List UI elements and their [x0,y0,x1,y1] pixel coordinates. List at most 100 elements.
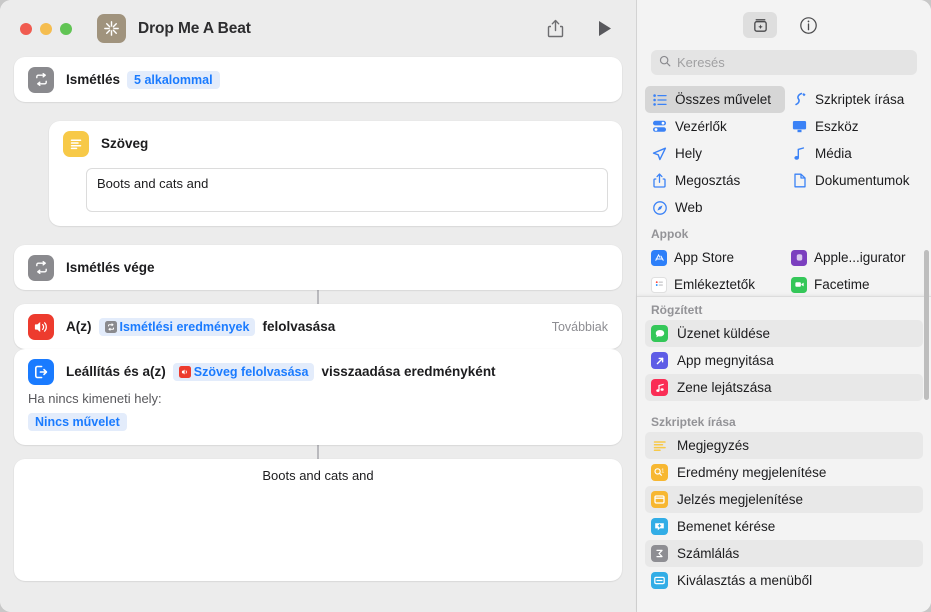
action-label-after: visszaadása eredményként [321,364,496,379]
category-label: Web [675,200,703,215]
category-controls[interactable]: Vezérlők [645,113,785,140]
share-icon [651,173,668,188]
action-label: Bemenet kérése [677,519,776,534]
category-documents[interactable]: Dokumentumok [785,167,923,194]
app-store-icon [651,249,667,266]
maximize-button[interactable] [60,22,72,35]
library-scrollbar[interactable] [924,250,929,400]
category-media[interactable]: Média [785,140,923,167]
choose-menu-icon [651,572,668,589]
action-label: Kiválasztás a menüből [677,573,813,588]
ask-input-icon [651,518,668,535]
action-item-show-alert[interactable]: Jelzés megjelenítése [645,486,923,513]
action-label: App megnyitása [677,353,774,368]
category-web[interactable]: Web [645,194,785,221]
speak-text-token[interactable]: Szöveg felolvasása [172,362,315,381]
text-icon [63,130,89,157]
action-speak-text[interactable]: A(z) Ismétlési eredmények felolvasása To… [14,304,622,349]
scripting-icon [791,92,808,107]
action-stop-and-output[interactable]: Leállítás és a(z) Szöveg felolvasása vis… [14,349,622,445]
app-item-apple-configurator[interactable]: Apple...igurator [785,244,923,271]
app-label: Apple...igurator [814,250,906,265]
category-label: Dokumentumok [815,173,910,188]
action-label: Jelzés megjelenítése [677,492,804,507]
output-preview-text: Boots and cats and [262,468,374,483]
no-action-token[interactable]: Nincs művelet [28,413,127,431]
action-item-play-music[interactable]: Zene lejátszása [645,374,923,401]
action-item-choose-from-menu[interactable]: Kiválasztás a menüből [645,567,923,594]
action-label-before: A(z) [66,319,92,334]
pinned-panel: Rögzített Üzenet küldése App megnyitása [637,296,931,612]
token-label: Ismétlési eredmények [119,319,250,334]
no-output-label: Ha nincs kimeneti hely: [28,391,162,406]
play-icon[interactable] [590,14,620,44]
repeat-chip-icon [104,320,117,333]
app-item-facetime[interactable]: Facetime [785,271,923,298]
music-icon [651,379,668,396]
search-container: Keresés [637,50,931,75]
speaker-chip-icon [178,365,191,378]
count-icon [651,545,668,562]
apps-section-header: Appok [651,227,689,241]
location-icon [651,147,668,161]
action-label: Ismétlés vége [66,260,155,275]
page-title: Drop Me A Beat [138,19,251,37]
action-label: Ismétlés [66,72,121,87]
speaker-icon [28,313,54,340]
info-icon[interactable] [791,12,825,38]
device-icon [791,120,808,133]
comment-icon [651,437,668,454]
category-label: Megosztás [675,173,741,188]
app-item-reminders[interactable]: Emlékeztetők [645,271,785,298]
category-scripting[interactable]: Szkriptek írása [785,86,923,113]
shortcuts-icon [97,14,126,43]
category-device[interactable]: Eszköz [785,113,923,140]
facetime-icon [791,276,807,293]
stop-output-icon [28,358,54,385]
share-icon[interactable] [540,14,570,44]
repeat-icon [28,66,54,93]
editor-pane: Drop Me A Beat Ismétlés 5 alkalommal Szö… [0,0,636,612]
document-icon [791,173,808,188]
traffic-lights [20,22,72,35]
action-label-after: felolvasása [262,319,336,334]
action-label: Eredmény megjelenítése [677,465,827,480]
action-label: Megjegyzés [677,438,750,453]
repeat-count-token[interactable]: 5 alkalommal [127,70,220,89]
repeat-results-token[interactable]: Ismétlési eredmények [98,317,256,336]
app-label: Emlékeztetők [674,277,756,292]
action-repeat-end[interactable]: Ismétlés vége [14,245,622,290]
action-text[interactable]: Szöveg Boots and cats and [49,121,622,226]
add-action-icon[interactable] [743,12,777,38]
library-toolbar [637,0,931,50]
app-item-app-store[interactable]: App Store [645,244,785,271]
search-placeholder: Keresés [677,55,725,70]
action-item-count[interactable]: Számlálás [645,540,923,567]
minimize-button[interactable] [40,22,52,35]
reminders-icon [651,276,667,293]
category-location[interactable]: Hely [645,140,785,167]
category-label: Összes művelet [675,92,772,107]
more-button[interactable]: Továbbiak [552,320,608,334]
token-label: Szöveg felolvasása [193,364,309,379]
search-input[interactable]: Keresés [651,50,917,75]
action-item-open-app[interactable]: App megnyitása [645,347,923,374]
action-item-ask-input[interactable]: Bemenet kérése [645,513,923,540]
action-repeat[interactable]: Ismétlés 5 alkalommal [14,57,622,102]
list-icon [651,93,668,106]
action-item-send-message[interactable]: Üzenet küldése [645,320,923,347]
category-label: Média [815,146,852,161]
action-item-comment[interactable]: Megjegyzés [645,432,923,459]
connector-line [317,290,319,304]
action-label: Számlálás [677,546,740,561]
action-label: Szöveg [101,136,149,151]
close-button[interactable] [20,22,32,35]
category-all-actions[interactable]: Összes művelet [645,86,785,113]
category-label: Szkriptek írása [815,92,905,107]
workflow-list: Ismétlés 5 alkalommal Szöveg Boots and c… [0,57,636,581]
category-sharing[interactable]: Megosztás [645,167,785,194]
scripting-section-header: Szkriptek írása [651,415,736,429]
text-input-field[interactable]: Boots and cats and [86,168,608,212]
category-label: Vezérlők [675,119,727,134]
action-item-show-result[interactable]: 1 Eredmény megjelenítése [645,459,923,486]
